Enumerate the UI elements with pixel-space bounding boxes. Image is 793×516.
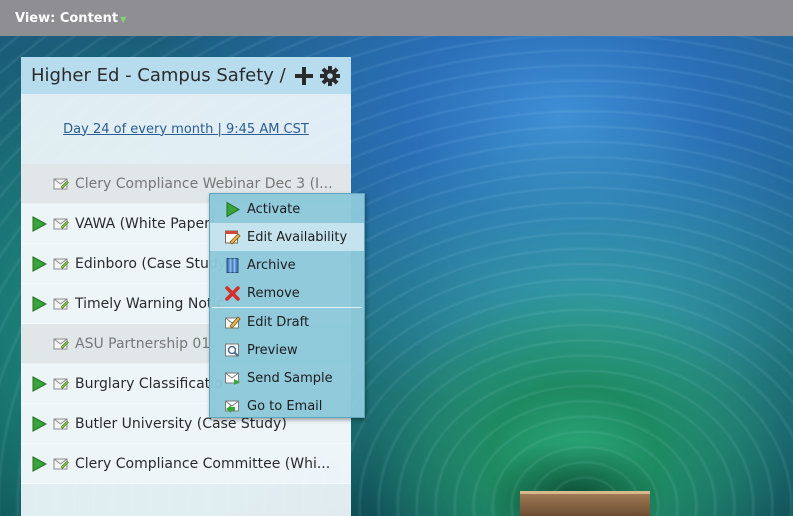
- menu-item-go-to-email[interactable]: Go to Email: [210, 392, 364, 420]
- email-name: Timely Warning Notic: [75, 295, 225, 312]
- email-icon: [53, 417, 69, 431]
- menu-item-activate[interactable]: Activate: [210, 195, 364, 223]
- email-name: Burglary Classificatio: [75, 375, 223, 392]
- menu-item-label: Preview: [247, 342, 298, 358]
- email-name: Clery Compliance Webinar Dec 3 (I...: [75, 175, 333, 192]
- activate-icon: [224, 201, 247, 218]
- panel-header: Higher Ed - Campus Safety / ...: [21, 57, 351, 94]
- menu-item-archive[interactable]: Archive: [210, 251, 364, 279]
- play-icon[interactable]: [31, 215, 48, 232]
- menu-item-preview[interactable]: Preview: [210, 336, 364, 364]
- play-icon[interactable]: [31, 415, 48, 432]
- menu-item-label: Send Sample: [247, 370, 333, 386]
- menu-item-label: Activate: [247, 201, 301, 217]
- remove-icon: [224, 285, 247, 302]
- email-icon: [53, 257, 69, 271]
- email-icon: [53, 297, 69, 311]
- preview-icon: [224, 342, 247, 359]
- play-icon[interactable]: [31, 255, 48, 272]
- context-menu: Activate Edit Availability Archive Remove Ed…: [209, 193, 365, 418]
- email-name: VAWA (White Paper): [75, 215, 216, 232]
- email-name: Clery Compliance Committee (Whi...: [75, 455, 331, 472]
- panel-title: Higher Ed - Campus Safety / ...: [31, 65, 289, 86]
- view-label[interactable]: View: Content: [15, 11, 118, 26]
- edit-draft-icon: [224, 314, 247, 331]
- view-selector[interactable]: View: Content ▼: [0, 0, 793, 36]
- play-icon[interactable]: [31, 375, 48, 392]
- gear-icon[interactable]: [319, 65, 341, 87]
- send-sample-icon: [224, 370, 247, 387]
- email-name: Edinboro (Case Study): [75, 255, 232, 272]
- email-name: ASU Partnership 01: [75, 335, 211, 352]
- menu-item-label: Edit Draft: [247, 314, 310, 330]
- email-icon: [53, 337, 69, 351]
- email-icon: [53, 377, 69, 391]
- menu-item-edit-availability[interactable]: Edit Availability: [210, 223, 364, 251]
- go-to-email-icon: [224, 398, 247, 415]
- email-icon: [53, 177, 69, 191]
- schedule-link[interactable]: Day 24 of every month | 9:45 AM CST: [63, 122, 309, 137]
- menu-item-label: Go to Email: [247, 398, 323, 414]
- email-icon: [53, 217, 69, 231]
- email-list-item[interactable]: Clery Compliance Committee (Whi...: [21, 444, 351, 484]
- email-icon: [53, 457, 69, 471]
- menu-item-label: Edit Availability: [247, 229, 348, 245]
- schedule-row: Day 24 of every month | 9:45 AM CST: [21, 94, 351, 164]
- play-icon[interactable]: [31, 295, 48, 312]
- menu-item-label: Archive: [247, 257, 296, 273]
- tunnel-walkway: [520, 491, 650, 516]
- play-icon[interactable]: [31, 455, 48, 472]
- menu-item-label: Remove: [247, 285, 300, 301]
- archive-icon: [224, 257, 247, 274]
- dropdown-caret-icon[interactable]: ▼: [120, 15, 126, 24]
- add-icon[interactable]: [293, 65, 315, 87]
- menu-item-remove[interactable]: Remove: [210, 279, 364, 307]
- menu-item-send-sample[interactable]: Send Sample: [210, 364, 364, 392]
- edit-availability-icon: [224, 229, 247, 246]
- menu-item-edit-draft[interactable]: Edit Draft: [210, 308, 364, 336]
